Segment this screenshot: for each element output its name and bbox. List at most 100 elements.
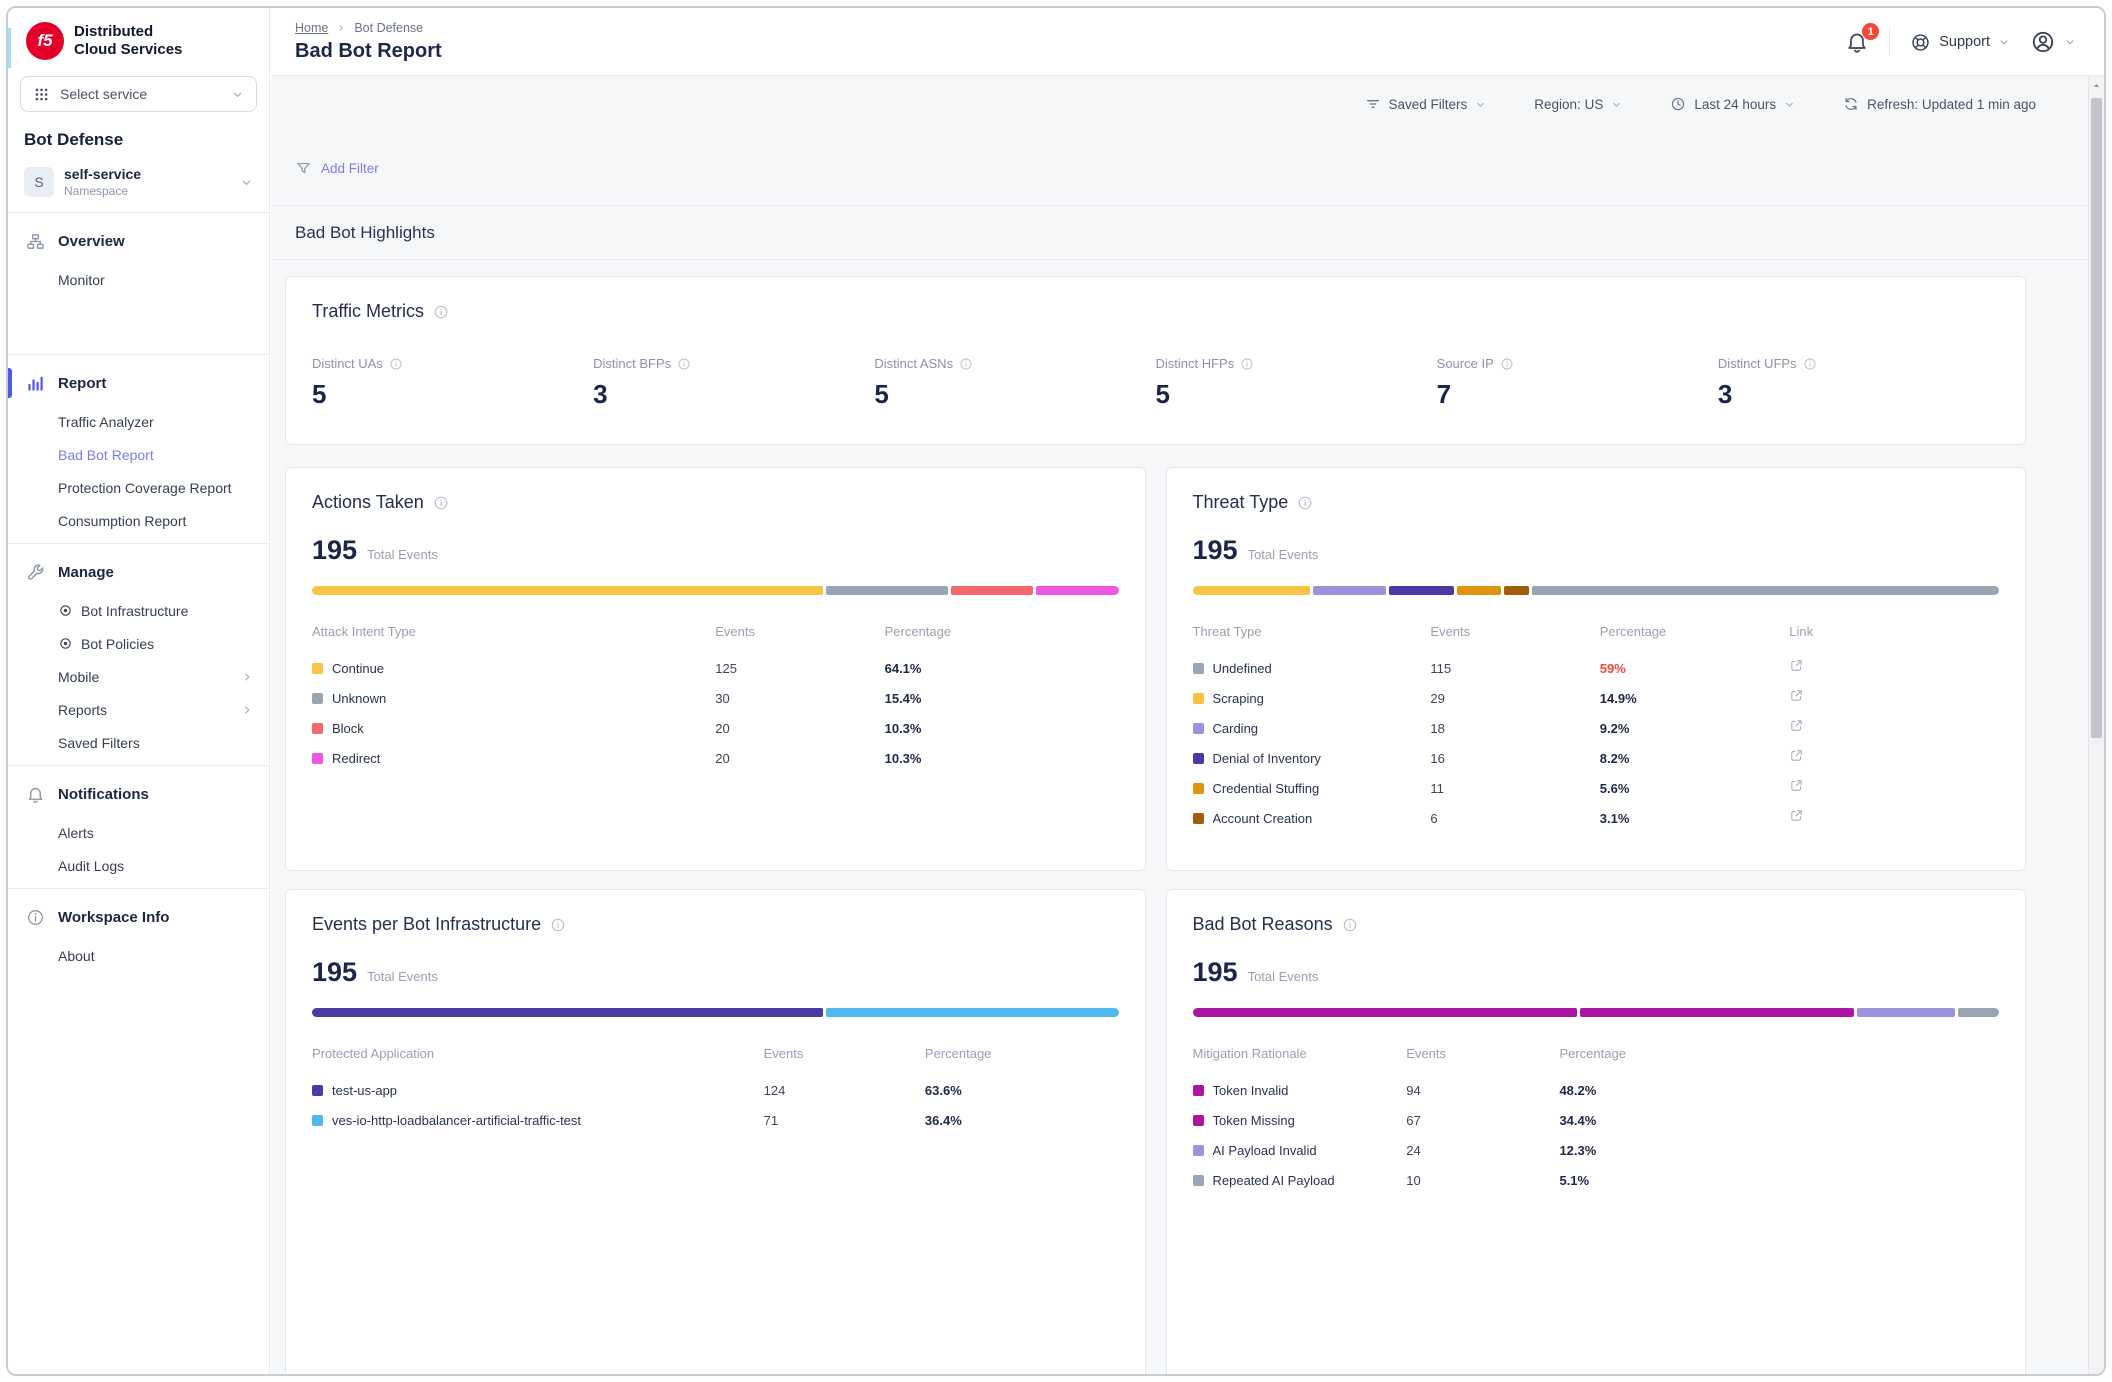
panel-title-row: Threat Type: [1193, 492, 2000, 513]
row-label: AI Payload Invalid: [1213, 1143, 1317, 1158]
header-actions: 1 Support: [1845, 8, 2076, 76]
row-events: 16: [1430, 751, 1599, 766]
time-range-label: Last 24 hours: [1694, 97, 1776, 112]
legend-swatch: [1193, 753, 1204, 764]
info-icon[interactable]: [433, 304, 449, 320]
user-avatar-icon: [2030, 29, 2056, 55]
notification-badge: 1: [1862, 23, 1879, 40]
legend-swatch: [1193, 813, 1204, 824]
info-icon[interactable]: [1342, 917, 1358, 933]
sidebar-group-report: ReportTraffic AnalyzerBad Bot ReportProt…: [8, 355, 269, 543]
info-icon[interactable]: [1240, 357, 1254, 371]
sidebar-item-traffic-analyzer[interactable]: Traffic Analyzer: [8, 405, 269, 438]
metric-source-ip: Source IP7: [1437, 356, 1718, 410]
info-icon[interactable]: [389, 357, 403, 371]
sidebar-item-label: Bot Infrastructure: [81, 603, 188, 619]
page-title: Bad Bot Report: [295, 40, 2104, 63]
saved-filters-dropdown[interactable]: Saved Filters: [1365, 96, 1487, 112]
active-indicator: [8, 368, 12, 398]
sidebar-section-report[interactable]: Report: [8, 361, 269, 405]
brand-logo: f5 DistributedCloud Services: [8, 8, 269, 70]
info-icon[interactable]: [550, 917, 566, 933]
scrollbar-up-arrow[interactable]: [2091, 80, 2102, 91]
table-row: Token Invalid9448.2%: [1193, 1075, 2000, 1105]
row-label: Repeated AI Payload: [1213, 1173, 1335, 1188]
sidebar-section-label: Notifications: [58, 786, 149, 803]
bar-segment-unknown: [826, 586, 949, 595]
sidebar-item-alerts[interactable]: Alerts: [8, 816, 269, 849]
sidebar-item-bot-policies[interactable]: Bot Policies: [8, 627, 269, 660]
row-events: 30: [715, 691, 884, 706]
row-percentage: 10.3%: [885, 721, 1119, 736]
external-link-icon[interactable]: [1789, 718, 1804, 733]
info-icon[interactable]: [1297, 495, 1313, 511]
sidebar-section-workspace-info[interactable]: Workspace Info: [8, 895, 269, 939]
row-label: test-us-app: [332, 1083, 397, 1098]
sidebar-item-audit-logs[interactable]: Audit Logs: [8, 849, 269, 882]
row-label-cell: Scraping: [1193, 691, 1431, 706]
panel-title: Actions Taken: [312, 492, 424, 513]
row-events: 18: [1430, 721, 1599, 736]
sidebar-item-protection-coverage-report[interactable]: Protection Coverage Report: [8, 471, 269, 504]
info-icon[interactable]: [433, 495, 449, 511]
sidebar-item-saved-filters[interactable]: Saved Filters: [8, 726, 269, 759]
external-link-icon[interactable]: [1789, 748, 1804, 763]
row-events: 94: [1406, 1083, 1559, 1098]
add-filter-button[interactable]: Add Filter: [295, 160, 379, 177]
external-link-icon[interactable]: [1789, 778, 1804, 793]
row-percentage: 3.1%: [1600, 811, 1790, 826]
scrollbar-thumb[interactable]: [2091, 98, 2102, 738]
sidebar-item-bot-infrastructure[interactable]: Bot Infrastructure: [8, 594, 269, 627]
sidebar-item-monitor[interactable]: Monitor: [8, 263, 269, 296]
row-label: ves-io-http-loadbalancer-artificial-traf…: [332, 1113, 581, 1128]
total-events-value: 195: [312, 535, 357, 566]
legend-swatch: [1193, 1145, 1204, 1156]
sidebar-item-mobile[interactable]: Mobile: [8, 660, 269, 693]
chevron-down-icon: [231, 88, 244, 101]
sidebar-item-about[interactable]: About: [8, 939, 269, 972]
table-header: Attack Intent TypeEventsPercentage: [312, 619, 1119, 643]
refresh-button[interactable]: Refresh: Updated 1 min ago: [1843, 96, 2036, 112]
external-link-icon[interactable]: [1789, 658, 1804, 673]
column-header: Link: [1789, 624, 1999, 639]
main-area: Home Bot Defense Bad Bot Report 1 Suppor…: [271, 8, 2104, 1374]
info-icon[interactable]: [959, 357, 973, 371]
grid-icon: [33, 86, 50, 103]
service-selector[interactable]: Select service: [20, 76, 257, 112]
notifications-button[interactable]: 1: [1845, 30, 1869, 54]
sidebar-section-overview[interactable]: Overview: [8, 219, 269, 263]
metric-value: 5: [1155, 379, 1436, 410]
column-header: Percentage: [1600, 624, 1790, 639]
external-link-icon[interactable]: [1789, 808, 1804, 823]
sidebar-item-label: About: [58, 948, 95, 964]
support-button[interactable]: Support: [1910, 32, 2010, 53]
sidebar-item-label: Consumption Report: [58, 513, 186, 529]
column-header: Events: [764, 1046, 925, 1061]
sidebar-section-manage[interactable]: Manage: [8, 550, 269, 594]
external-link-icon[interactable]: [1789, 688, 1804, 703]
column-header: Events: [715, 624, 884, 639]
sidebar-item-consumption-report[interactable]: Consumption Report: [8, 504, 269, 537]
info-icon[interactable]: [1500, 357, 1514, 371]
sidebar-item-label: Bot Policies: [81, 636, 154, 652]
breadcrumb-home-link[interactable]: Home: [295, 21, 328, 35]
sidebar-item-bad-bot-report[interactable]: Bad Bot Report: [8, 438, 269, 471]
sidebar-section-notifications[interactable]: Notifications: [8, 772, 269, 816]
table-row: Credential Stuffing115.6%: [1193, 773, 2000, 803]
chevron-down-icon: [1611, 99, 1622, 110]
product-title: Bot Defense: [24, 130, 253, 150]
region-dropdown[interactable]: Region: US: [1534, 97, 1622, 112]
bar-segment-token-missing: [1580, 1008, 1854, 1017]
sidebar-item-reports[interactable]: Reports: [8, 693, 269, 726]
namespace-selector[interactable]: S self-service Namespace: [8, 158, 269, 212]
sidebar-section-label: Manage: [58, 564, 114, 581]
row-label-cell: Credential Stuffing: [1193, 781, 1431, 796]
info-icon[interactable]: [1803, 357, 1817, 371]
info-icon[interactable]: [677, 357, 691, 371]
row-label: Continue: [332, 661, 384, 676]
row-label: Unknown: [332, 691, 386, 706]
account-button[interactable]: [2030, 29, 2076, 55]
logo-accent-bar: [8, 28, 11, 68]
time-range-dropdown[interactable]: Last 24 hours: [1670, 96, 1795, 112]
legend-swatch: [1193, 1085, 1204, 1096]
